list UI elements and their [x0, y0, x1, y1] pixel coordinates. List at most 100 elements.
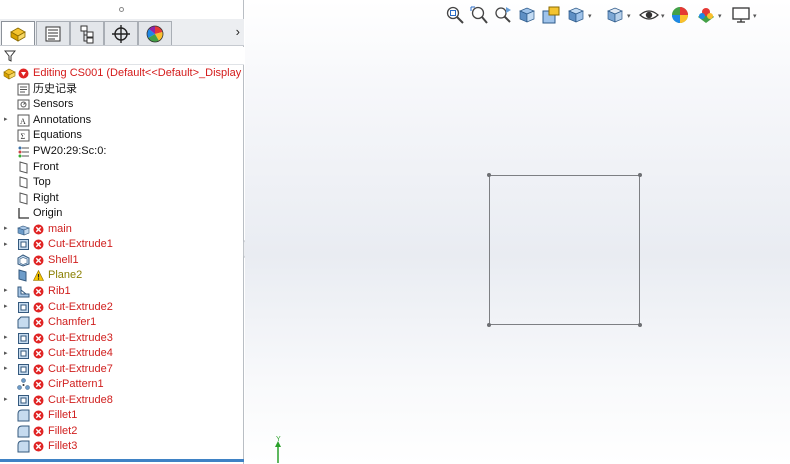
svg-text:Σ: Σ [21, 132, 26, 141]
graphics-area[interactable]: Y ▾ ▾ ▾ ▾ ▾ [245, 0, 790, 464]
expand-arrow-icon[interactable]: ▸ [4, 364, 11, 374]
error-icon [33, 410, 44, 421]
tree-item-label: Cut-Extrude4 [48, 347, 113, 360]
dropdown-arrow-icon[interactable]: ▾ [718, 12, 722, 20]
sensor-icon [17, 98, 30, 111]
expand-arrow-icon[interactable]: ▸ [4, 115, 11, 125]
annotation-icon: A [17, 114, 30, 127]
tab-configurationmanager[interactable] [70, 21, 104, 45]
tree-item-label: Equations [33, 129, 82, 142]
tab-overflow-arrow[interactable]: › [236, 24, 240, 39]
triad-y-label: Y [276, 436, 281, 443]
cut-extrude-icon [17, 394, 30, 407]
tree-item-label: main [48, 222, 72, 235]
display-style-icon[interactable] [605, 5, 625, 25]
sketch-vertex[interactable] [638, 323, 642, 327]
previous-view-icon[interactable] [493, 5, 513, 25]
tree-item[interactable]: ▸ Cut-Extrude1 [0, 237, 244, 253]
tree-item[interactable]: 历史记录 [0, 82, 244, 98]
sketch-vertex[interactable] [487, 323, 491, 327]
sketch-rectangle[interactable] [489, 175, 640, 325]
tree-item[interactable]: ▸ Cut-Extrude4 [0, 346, 244, 362]
error-icon [33, 239, 44, 250]
plane-feature-icon [17, 269, 30, 283]
history-icon [17, 83, 30, 96]
expand-arrow-icon[interactable]: ▸ [4, 224, 11, 234]
tree-item[interactable]: Fillet3 [0, 439, 244, 455]
tree-item[interactable]: Plane2 [0, 268, 244, 284]
tree-item-label: Cut-Extrude8 [48, 393, 113, 406]
tab-featuremanager[interactable] [1, 21, 35, 45]
error-icon [33, 348, 44, 359]
chamfer-icon [17, 316, 30, 329]
tree-item[interactable]: Top [0, 175, 244, 191]
expand-arrow-icon[interactable]: ▸ [4, 240, 11, 250]
expand-arrow-icon[interactable]: ▸ [4, 286, 11, 296]
dropdown-arrow-icon[interactable]: ▾ [753, 12, 757, 20]
tree-item[interactable]: Fillet1 [0, 408, 244, 424]
tree-item[interactable]: Σ Equations [0, 128, 244, 144]
expand-arrow-icon[interactable]: ▸ [4, 302, 11, 312]
section-view-icon[interactable] [517, 5, 537, 25]
tab-dimxpertmanager[interactable] [104, 21, 138, 45]
tree-item[interactable]: ▸ Cut-Extrude3 [0, 330, 244, 346]
tree-item-label: Front [33, 160, 59, 173]
tree-item-label: Cut-Extrude2 [48, 300, 113, 313]
tree-item[interactable]: CirPattern1 [0, 377, 244, 393]
dropdown-arrow-icon[interactable]: ▾ [588, 12, 592, 20]
manager-tab-bar: › [0, 19, 244, 46]
tree-item[interactable]: ▸ Cut-Extrude2 [0, 299, 244, 315]
tree-item[interactable]: ▸ Rib1 [0, 284, 244, 300]
tree-item[interactable]: Shell1 [0, 253, 244, 269]
tree-item[interactable]: ▸ main [0, 222, 244, 238]
tree-item[interactable]: Right [0, 190, 244, 206]
view-orientation-icon[interactable] [566, 5, 586, 25]
dynamic-annotation-icon[interactable] [541, 5, 561, 25]
tree-item-label: Chamfer1 [48, 316, 97, 329]
tree-item[interactable]: Fillet2 [0, 424, 244, 440]
tree-item[interactable]: Origin [0, 206, 244, 222]
tree-item[interactable]: PW20:29:Sc:0: [0, 144, 244, 160]
hide-show-items-icon[interactable] [639, 5, 659, 25]
tree-item[interactable]: ▸ Cut-Extrude7 [0, 361, 244, 377]
panel-grip[interactable] [0, 0, 244, 19]
tree-item[interactable]: ▸ A Annotations [0, 113, 244, 129]
error-icon [33, 364, 44, 375]
fillet-icon [17, 409, 30, 422]
dropdown-arrow-icon[interactable]: ▾ [627, 12, 631, 20]
expand-arrow-icon[interactable]: ▸ [4, 395, 11, 405]
tab-displaymanager[interactable] [138, 21, 172, 45]
dropdown-arrow-icon[interactable]: ▾ [661, 12, 665, 20]
tree-item[interactable]: Chamfer1 [0, 315, 244, 331]
tree-item[interactable]: Sensors [0, 97, 244, 113]
plane-icon [17, 191, 30, 205]
zoom-to-fit-icon[interactable] [445, 5, 465, 25]
configurationmanager-icon [80, 25, 94, 43]
error-icon [33, 441, 44, 452]
tree-item-label: Fillet3 [48, 440, 78, 453]
zoom-to-area-icon[interactable] [469, 5, 489, 25]
cut-extrude-icon [17, 332, 30, 345]
plane-icon [17, 160, 30, 174]
tree-item-label: Shell1 [48, 253, 79, 266]
tree-filter-bar[interactable] [0, 47, 244, 65]
tree-root-row[interactable]: Editing CS001 (Default<<Default>_Display… [0, 66, 244, 82]
sketch-vertex[interactable] [487, 173, 491, 177]
expand-arrow-icon[interactable]: ▸ [4, 333, 11, 343]
expand-arrow-icon[interactable]: ▸ [4, 349, 11, 359]
svg-text:A: A [20, 117, 26, 126]
tree-item-label: Plane2 [48, 269, 83, 282]
tree-item[interactable]: Front [0, 159, 244, 175]
apply-scene-icon[interactable] [696, 5, 716, 25]
error-icon [33, 302, 44, 313]
tab-propertymanager[interactable] [36, 21, 70, 45]
tree-item-label: Annotations [33, 113, 92, 126]
sketch-vertex[interactable] [638, 173, 642, 177]
propertymanager-icon [45, 26, 61, 41]
tree-item-label: Sensors [33, 98, 74, 111]
view-settings-icon[interactable] [731, 5, 751, 25]
edit-appearance-icon[interactable] [670, 5, 690, 25]
tree-item[interactable]: ▸ Cut-Extrude8 [0, 393, 244, 409]
rib-icon [17, 285, 30, 298]
tree-item-label: PW20:29:Sc:0: [33, 145, 107, 157]
